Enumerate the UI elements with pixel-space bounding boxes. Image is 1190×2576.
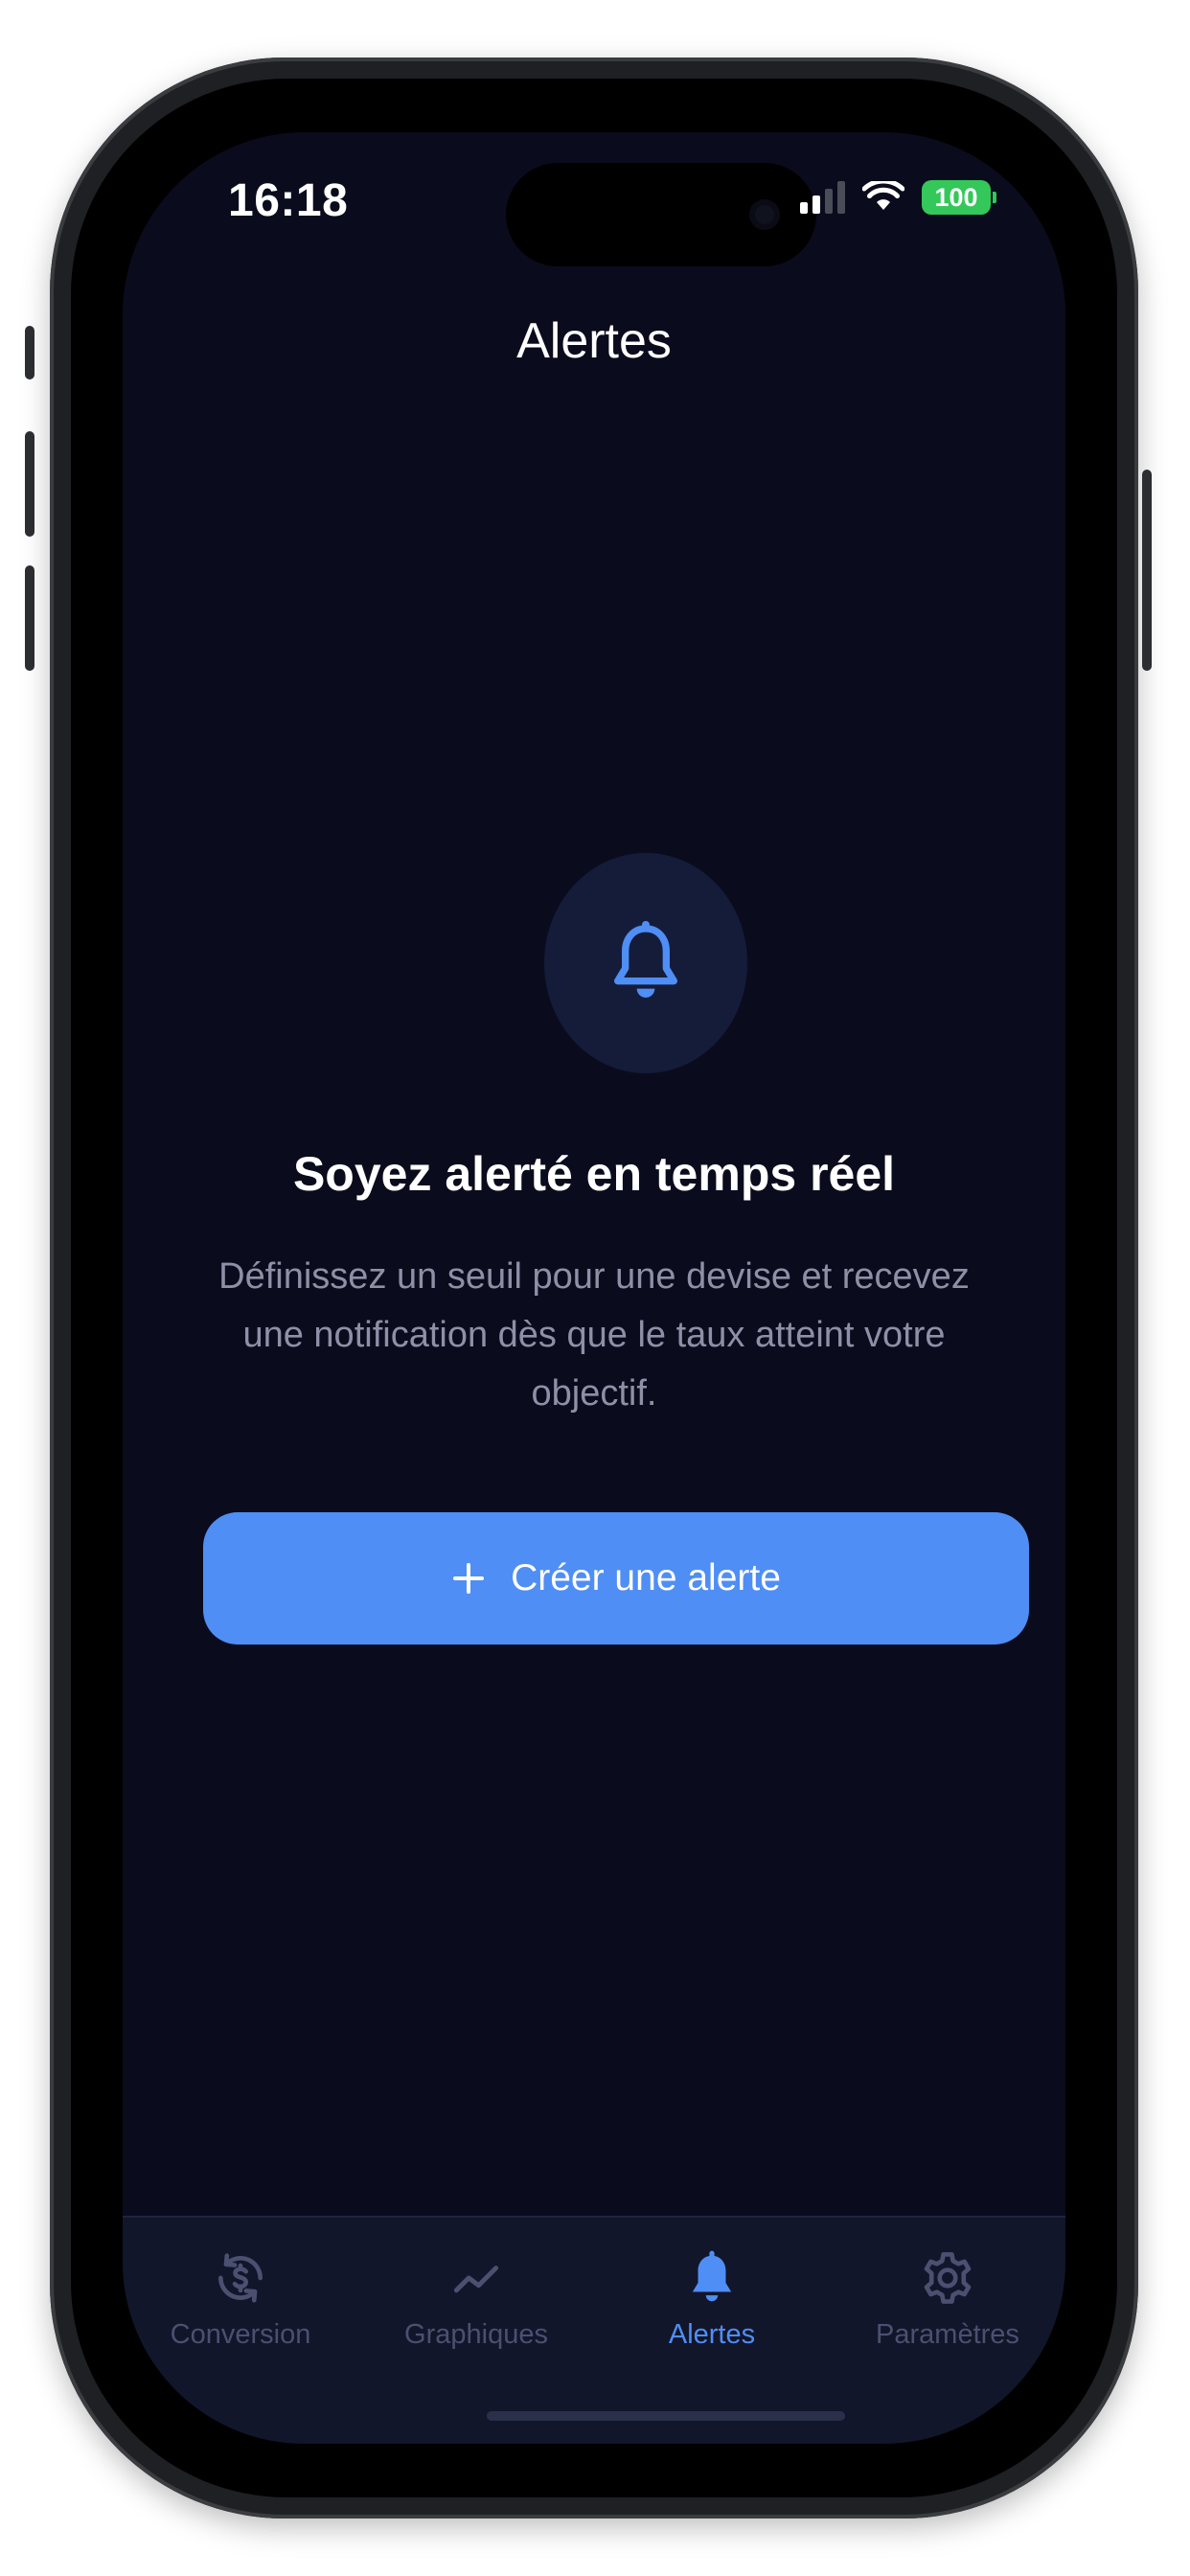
tab-alertes-label: Alertes xyxy=(668,2319,756,2350)
dynamic-island xyxy=(506,163,816,266)
gear-icon xyxy=(924,2252,972,2304)
create-alert-label: Créer une alerte xyxy=(511,1557,781,1598)
empty-state-bell-badge xyxy=(544,853,747,1073)
tab-conversion-label: Conversion xyxy=(170,2319,311,2350)
power-button xyxy=(1142,470,1152,671)
camera-icon xyxy=(749,199,780,230)
wifi-icon xyxy=(862,181,904,210)
empty-state-title: Soyez alerté en temps réel xyxy=(292,1147,896,1201)
battery-level: 100 xyxy=(922,180,991,215)
bell-icon xyxy=(692,2250,732,2302)
volume-up-button xyxy=(25,431,34,537)
home-indicator xyxy=(487,2411,845,2421)
phone-bezel: 16:18 100 Alertes Soyez alerté en temps … xyxy=(71,79,1117,2497)
tab-alertes[interactable]: Alertes xyxy=(594,2218,830,2444)
status-icons: 100 xyxy=(800,180,996,215)
page-title: Alertes xyxy=(516,313,672,369)
battery-tip xyxy=(993,192,996,203)
phone-frame: 16:18 100 Alertes Soyez alerté en temps … xyxy=(25,58,1152,2518)
tab-conversion[interactable]: Conversion xyxy=(123,2218,358,2444)
action-button xyxy=(25,326,34,380)
app-screen: 16:18 100 Alertes Soyez alerté en temps … xyxy=(123,132,1065,2444)
tab-parametres[interactable]: Paramètres xyxy=(830,2218,1065,2444)
empty-state-description: Définissez un seuil pour une devise et r… xyxy=(218,1256,970,1414)
tab-graphiques[interactable]: Graphiques xyxy=(358,2218,594,2444)
volume-down-button xyxy=(25,565,34,671)
status-time: 16:18 xyxy=(228,175,349,226)
tab-graphiques-label: Graphiques xyxy=(404,2319,548,2350)
create-alert-button[interactable]: Créer une alerte xyxy=(203,1512,1029,1644)
trend-line-icon xyxy=(453,2266,499,2293)
tab-bar: Conversion Graphiques Alertes Paramètres xyxy=(123,2216,1065,2444)
cellular-signal-icon xyxy=(800,181,845,214)
battery-icon: 100 xyxy=(922,180,996,215)
tab-parametres-label: Paramètres xyxy=(876,2319,1019,2350)
bell-icon xyxy=(614,921,677,998)
plus-icon xyxy=(453,1563,485,1594)
currency-exchange-icon xyxy=(218,2253,263,2303)
